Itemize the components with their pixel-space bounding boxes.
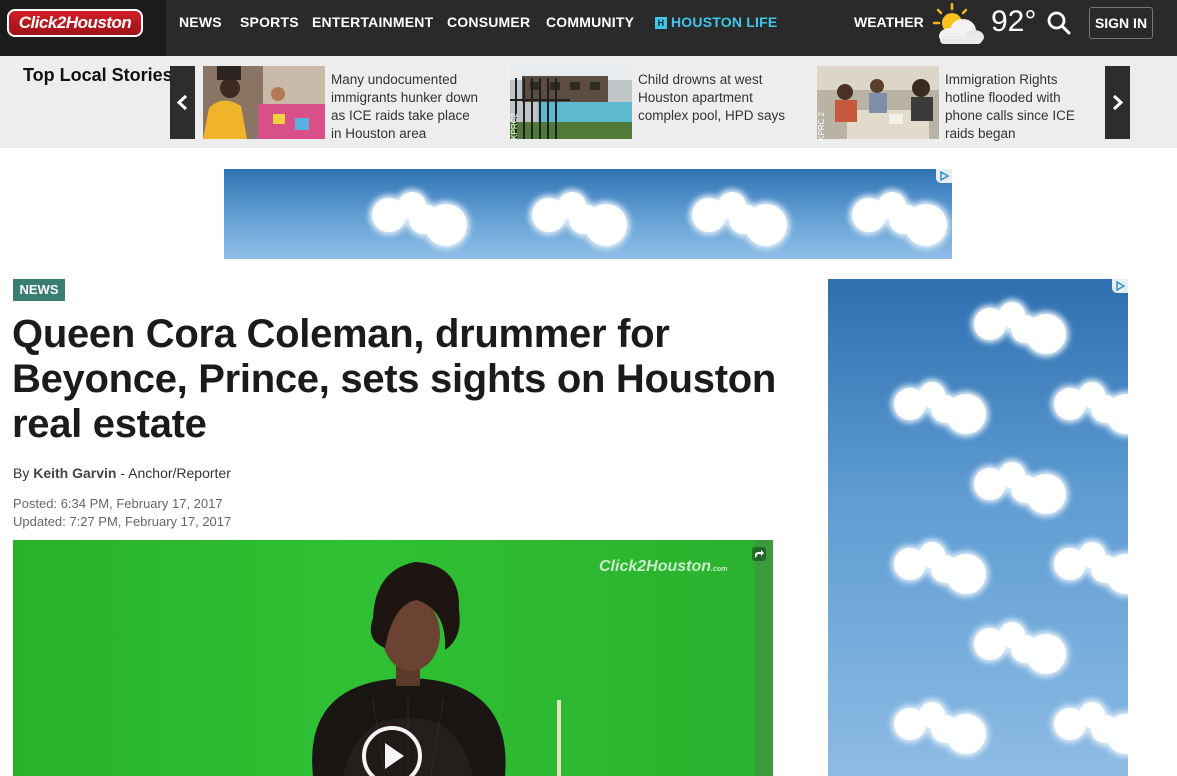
story-thumbnail-3-watermark: KPRC 2 [816,112,826,141]
nav-item-entertainment[interactable]: ENTERTAINMENT [312,14,433,30]
story-card-3[interactable]: KPRC 2 Immigration Rights hotline floode… [817,66,1107,144]
stories-next-button[interactable] [1105,66,1130,139]
partly-cloudy-icon [932,2,984,44]
banner-ad[interactable] [224,169,952,259]
top-local-stories: Top Local Stories Many undocumented immi… [0,56,1177,148]
updated-date: Updated: 7:27 PM, February 17, 2017 [13,514,232,529]
category-badge[interactable]: NEWS [13,279,65,301]
ad-cloud-graphic [369,189,952,249]
chevron-right-icon [1112,94,1124,111]
author-link[interactable]: Keith Garvin [33,465,116,481]
play-button[interactable] [362,726,422,776]
houston-life-logo-icon: H [655,17,667,29]
nav-item-houston-life[interactable]: H HOUSTON LIFE [655,14,777,30]
site-logo[interactable]: Click2Houston [7,9,143,37]
story-card-1[interactable]: Many undocumented immigrants hunker down… [203,66,493,144]
weather-link[interactable]: WEATHER [854,14,924,30]
nav-item-community[interactable]: COMMUNITY [546,14,634,30]
article-headline: Queen Cora Coleman, drummer for Beyonce,… [12,312,777,446]
sign-in-button[interactable]: SIGN IN [1089,7,1153,39]
play-icon [385,743,404,769]
byline: By Keith Garvin - Anchor/Reporter [13,465,231,481]
posted-date: Posted: 6:34 PM, February 17, 2017 [13,496,223,511]
adchoices-button[interactable] [936,169,952,183]
nav-item-news[interactable]: NEWS [179,14,222,30]
nav-item-consumer[interactable]: CONSUMER [447,14,530,30]
author-title: - Anchor/Reporter [116,465,231,481]
sidebar-ad-cloud-graphic [828,279,1128,776]
story-headline-1: Many undocumented immigrants hunker down… [331,72,479,141]
chevron-left-icon [176,94,188,111]
adchoices-icon [940,171,949,181]
stories-prev-button[interactable] [170,66,195,139]
top-stories-title: Top Local Stories [23,65,173,85]
video-player[interactable]: Click2Houston.com [13,540,773,776]
adchoices-icon [1116,281,1125,291]
story-thumbnail-2-watermark: KPRC2 [509,113,519,140]
top-nav: Click2Houston NEWS SPORTS ENTERTAINMENT … [0,0,1177,56]
sidebar-adchoices-button[interactable] [1112,279,1128,293]
story-card-2[interactable]: KPRC2 Child drowns at west Houston apart… [510,66,800,144]
search-icon[interactable] [1046,10,1072,36]
video-watermark: Click2Houston.com [599,558,728,575]
story-headline-2: Child drowns at west Houston apartment c… [638,72,786,123]
temperature: 92° [991,5,1037,38]
story-headline-3: Immigration Rights hotline flooded with … [945,72,1075,141]
article-dates: Posted: 6:34 PM, February 17, 2017 Updat… [13,495,231,531]
sidebar-ad[interactable] [828,279,1128,776]
logo-area: Click2Houston [0,0,166,56]
houston-life-label: HOUSTON LIFE [671,14,778,30]
byline-prefix: By [13,465,30,481]
story-thumbnail-3 [817,66,939,139]
share-icon[interactable] [751,546,767,562]
story-thumbnail-2 [510,66,632,139]
nav-item-sports[interactable]: SPORTS [240,14,299,30]
story-thumbnail-1 [203,66,325,139]
